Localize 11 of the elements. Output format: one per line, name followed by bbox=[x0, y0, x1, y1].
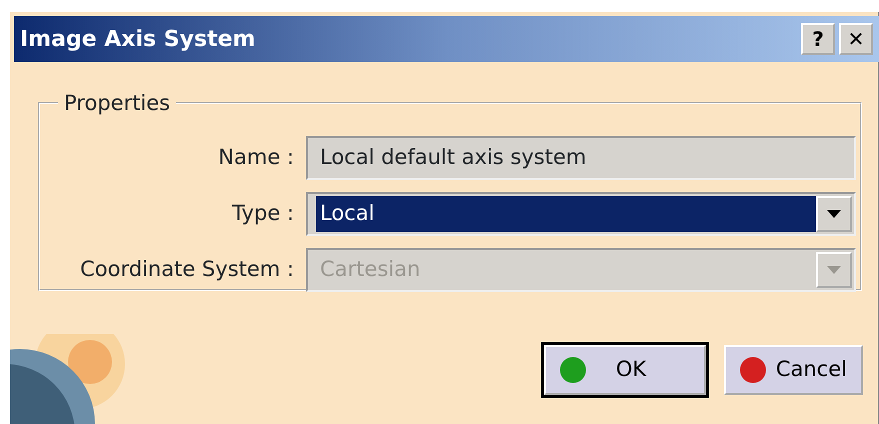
cancel-button[interactable]: Cancel bbox=[724, 345, 863, 395]
close-button[interactable]: ✕ bbox=[839, 23, 873, 55]
field-label: Name : bbox=[217, 144, 295, 172]
window-title: Image Axis System bbox=[20, 26, 256, 54]
text-field[interactable]: Local default axis system bbox=[306, 136, 856, 180]
field-label: Type : bbox=[231, 200, 295, 228]
ok-button[interactable]: OK bbox=[544, 345, 706, 395]
dropdown: Cartesian bbox=[306, 248, 856, 292]
field-label: Coordinate System : bbox=[79, 256, 295, 284]
help-button[interactable]: ? bbox=[801, 23, 835, 55]
dropdown[interactable]: Local bbox=[306, 192, 856, 236]
